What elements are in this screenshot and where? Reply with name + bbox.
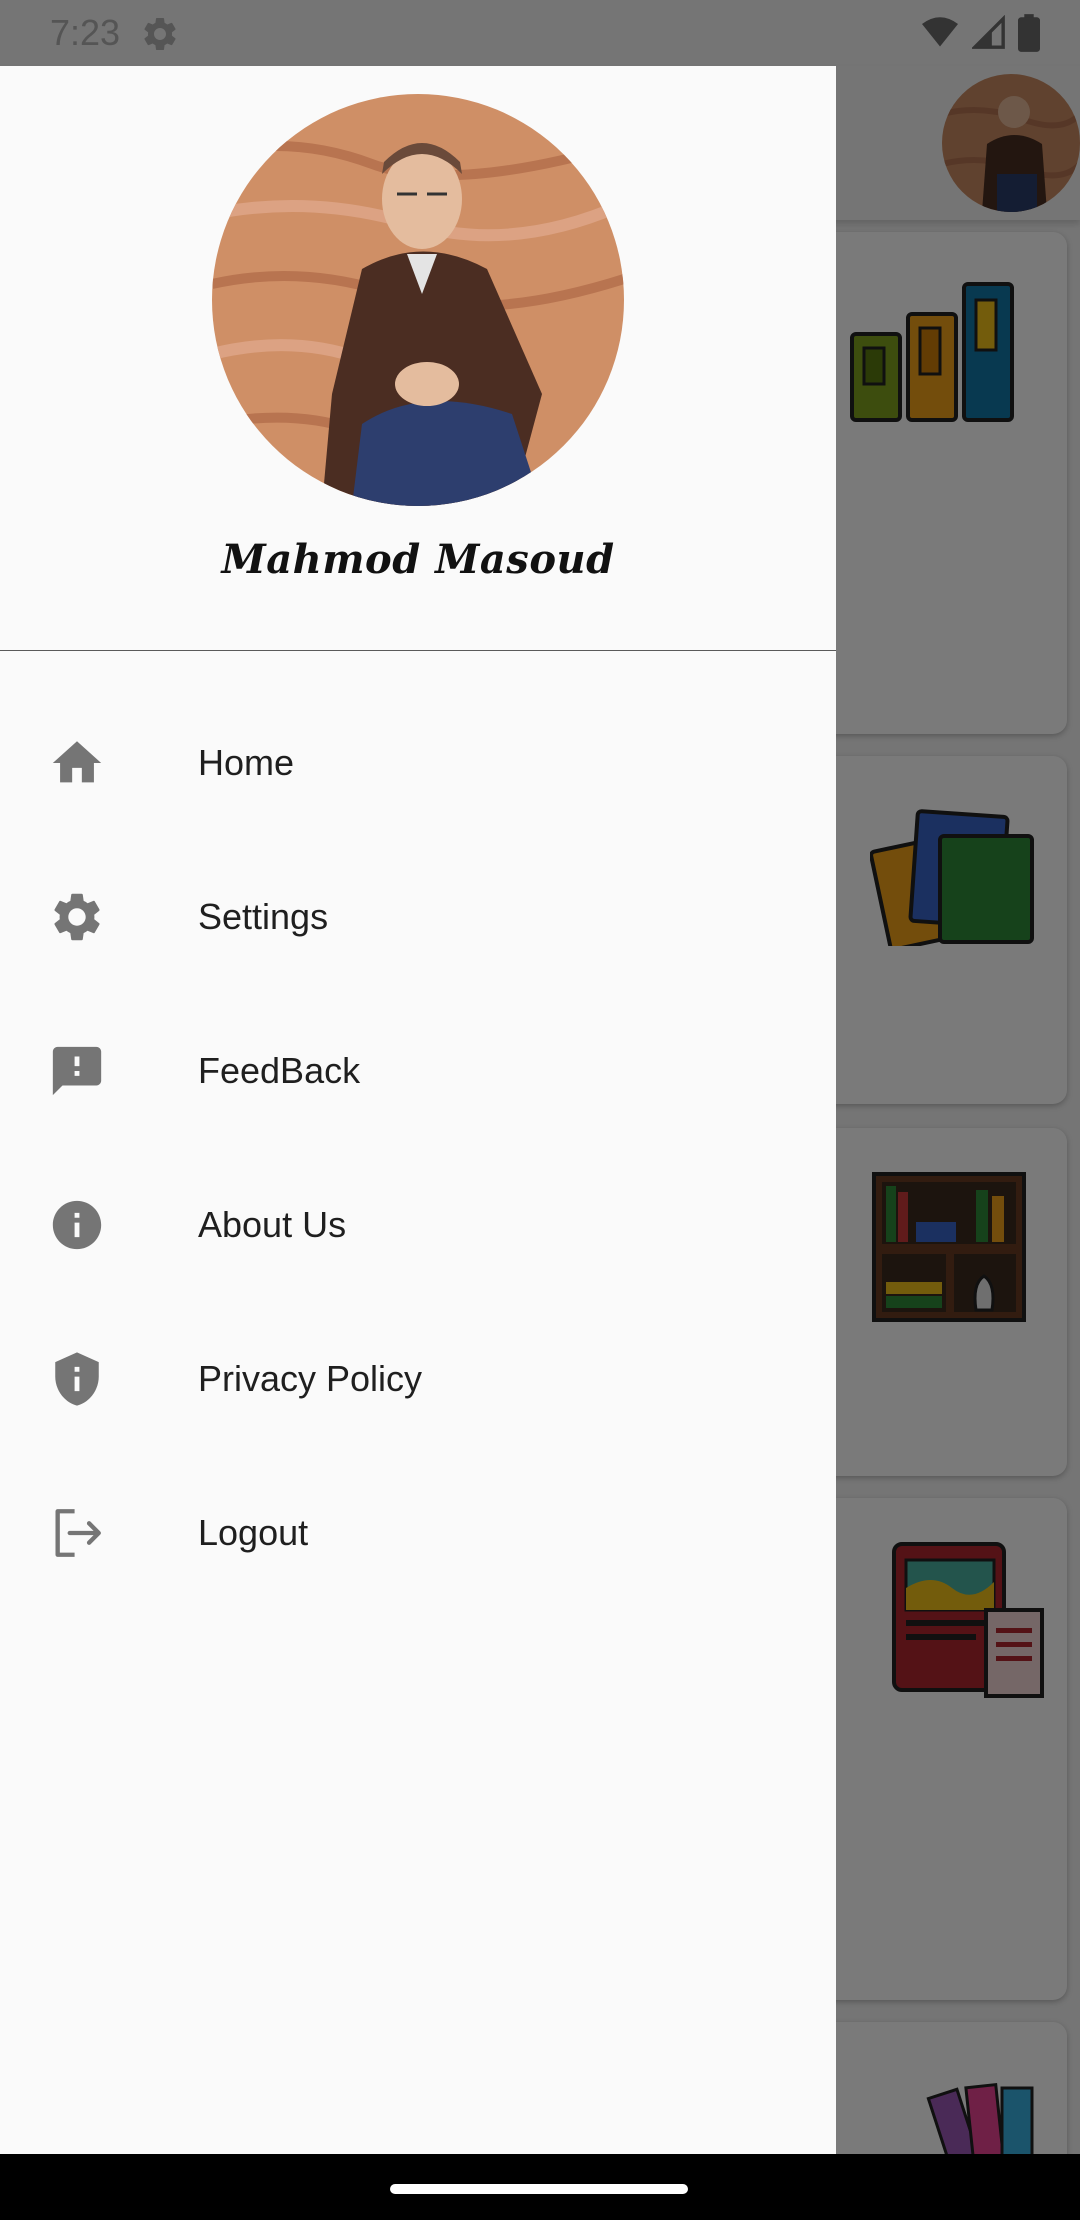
home-icon [48, 734, 106, 792]
menu-item-settings[interactable]: Settings [0, 840, 836, 994]
menu-item-label: About Us [198, 1204, 347, 1245]
menu-item-feedback[interactable]: FeedBack [0, 994, 836, 1148]
menu-item-home[interactable]: Home [0, 686, 836, 840]
menu-item-label: Privacy Policy [198, 1358, 423, 1399]
gear-icon [48, 888, 106, 946]
home-gesture-handle[interactable] [390, 2184, 688, 2194]
menu-item-label: Home [198, 742, 295, 783]
menu-item-label: Settings [198, 896, 329, 937]
feedback-icon [48, 1042, 106, 1100]
menu-item-privacy-policy[interactable]: Privacy Policy [0, 1302, 836, 1456]
wifi-icon [922, 17, 958, 47]
status-bar: 7:23 [0, 0, 1080, 66]
shield-icon [48, 1350, 106, 1408]
profile-photo[interactable] [212, 94, 624, 506]
drawer-menu: Home Settings FeedBack About Us Privacy … [0, 686, 836, 1610]
menu-item-about-us[interactable]: About Us [0, 1148, 836, 1302]
signal-icon [972, 15, 1005, 49]
status-time: 7:23 [50, 12, 121, 53]
logout-icon [48, 1504, 106, 1562]
drawer-header: Mahmod Masoud [0, 66, 836, 651]
menu-item-label: FeedBack [198, 1050, 361, 1091]
menu-item-label: Logout [198, 1512, 309, 1553]
navigation-drawer: Mahmod Masoud Home Settings FeedBack Abo… [0, 66, 836, 2154]
gear-icon [144, 17, 176, 50]
profile-name: Mahmod Masoud [221, 536, 615, 583]
info-icon [48, 1196, 106, 1254]
navigation-bar [0, 2154, 1080, 2220]
menu-item-logout[interactable]: Logout [0, 1456, 836, 1610]
battery-icon [1018, 14, 1040, 52]
